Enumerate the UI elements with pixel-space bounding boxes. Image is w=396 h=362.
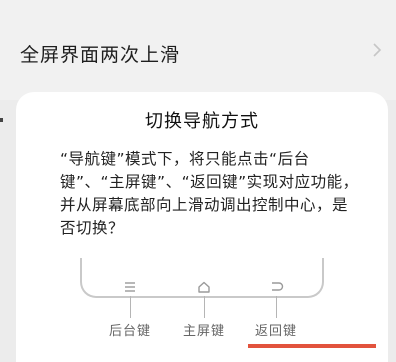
switch-navigation-dialog: 切换导航方式 “导航键”模式下，将只能点击“后台键”、“主屏键”、“返回键”实现… — [16, 92, 388, 362]
callout-line-home — [204, 296, 205, 318]
fullscreen-double-swipe-row[interactable]: 全屏界面两次上滑 — [0, 0, 396, 100]
menu-lines-icon — [125, 282, 135, 292]
dialog-title: 切换导航方式 — [145, 111, 259, 132]
back-arrow-icon — [272, 282, 284, 291]
nav-label-recents: 后台键 — [108, 324, 151, 339]
callout-line-recents — [130, 296, 131, 318]
callout-line-back — [276, 296, 277, 318]
home-icon — [198, 281, 210, 293]
confirm-button-edge[interactable] — [248, 344, 376, 348]
chevron-right-icon — [373, 43, 382, 57]
nav-label-home: 主屏键 — [182, 324, 225, 339]
settings-row-label: 全屏界面两次上滑 — [20, 44, 181, 66]
dialog-message: “导航键”模式下，将只能点击“后台键”、“主屏键”、“返回键”实现对应功能，并从… — [60, 150, 359, 237]
nav-label-back: 返回键 — [254, 324, 297, 339]
edge-marker — [0, 118, 3, 122]
